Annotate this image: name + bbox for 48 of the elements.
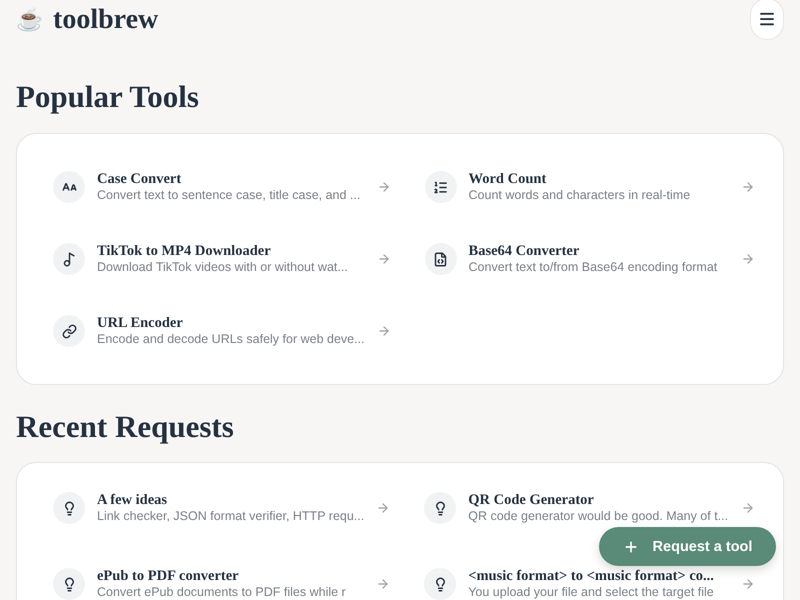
brand-name[interactable]: toolbrew [53,4,158,36]
tool-title: URL Encoder [97,315,184,332]
coffee-cup-logo: ☕ [16,7,43,33]
section-heading: Recent Requests [16,409,235,445]
plus-icon [622,538,639,554]
tool-title: A few ideas [97,492,168,509]
request-tool-button[interactable]: Request a tool [599,527,776,566]
tool-link[interactable]: QR Code Generator QR code generator would be good. Many of t... [424,492,755,524]
lightbulb-icon [53,568,85,600]
lightbulb-icon [424,492,456,524]
arrow-right-icon [741,501,755,515]
tool-description: Convert text to sentence case, title case, and ... [97,188,362,203]
tool-link[interactable]: TikTok to MP4 Downloader Download TikTok videos with or without wat... [53,243,391,275]
tool-title: ePub to PDF converter [97,568,240,585]
tool-description: Count words and characters in real-time [468,188,692,203]
tool-title: Word Count [468,171,548,188]
tool-title: QR Code Generator [468,492,595,509]
tool-link[interactable]: A few ideas Link checker, JSON format verifier, HTTP requ... [53,492,390,524]
tool-description: Convert text to/from Base64 encoding format [468,260,718,275]
tool-title: <music format> to <music format> co... [468,568,715,585]
code-file-icon [424,243,457,275]
section-heading: Popular Tools [16,79,200,115]
tool-title: Case Convert [97,171,182,188]
menu-button[interactable] [750,0,784,40]
tool-description: Convert ePub documents to PDF files while r [97,585,347,600]
tool-description: Link checker, JSON format verifier, HTTP requ... [97,509,364,524]
tool-description: Download TikTok videos with or without wat... [97,260,349,275]
tool-link[interactable]: Case Convert Convert text to sentence case, title case, and ... [53,171,391,203]
tool-title: Base64 Converter [468,243,580,260]
text-size-icon [53,171,85,203]
tool-description: You upload your file and select the target file [468,585,715,600]
lightbulb-icon [424,568,456,600]
arrow-right-icon [741,577,755,591]
arrow-right-icon [741,252,755,266]
tool-description: QR code generator would be good. Many of t... [468,509,729,524]
tool-title: TikTok to MP4 Downloader [97,243,272,260]
tool-link[interactable]: ePub to PDF converter Convert ePub documents to PDF files while r [53,568,390,600]
lightbulb-icon [53,492,85,524]
link-icon [53,315,85,347]
tool-link[interactable]: Word Count Count words and characters in real-time [424,171,755,203]
numbered-list-icon [424,171,457,203]
tool-link[interactable]: Base64 Converter Convert text to/from Base64 encoding format [424,243,755,275]
tool-link[interactable]: URL Encoder Encode and decode URLs safely for web deve... [53,315,391,347]
arrow-right-icon [741,180,755,194]
music-note-icon [53,243,85,275]
tool-description: Encode and decode URLs safely for web deve... [97,332,365,347]
tool-link[interactable]: <music format> to <music format> co... You upload your file and select the target file [424,568,755,600]
menu-icon [758,10,776,28]
